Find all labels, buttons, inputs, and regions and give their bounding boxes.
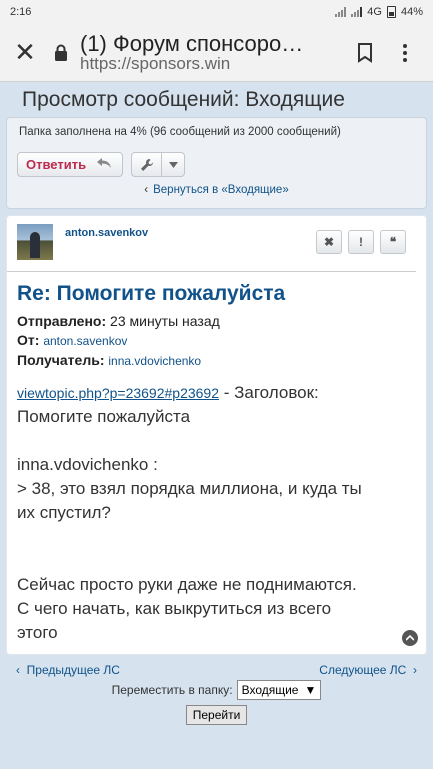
post-title: Re: Помогите пожалуйста bbox=[17, 282, 286, 305]
status-time: 2:16 bbox=[10, 6, 32, 18]
topic-link[interactable]: viewtopic.php?p=23692#p23692 bbox=[17, 385, 219, 401]
post-meta: Отправлено: 23 минуты назад От: anton.sa… bbox=[7, 306, 426, 371]
meta-from: От: anton.savenkov bbox=[17, 331, 416, 351]
network-type: 4G bbox=[367, 6, 382, 18]
signal-icon bbox=[335, 7, 347, 17]
chevron-down-icon: ▼ bbox=[304, 683, 317, 697]
message-post: anton.savenkov ✖ ! ❝ Re: Помогите пожалу… bbox=[6, 215, 427, 655]
prev-label: Предыдущее ЛС bbox=[26, 663, 120, 677]
quote-icon[interactable]: ❝ bbox=[380, 230, 406, 254]
content-line-link: viewtopic.php?p=23692#p23692 - Заголовок… bbox=[17, 381, 416, 405]
chevron-left-icon: ‹ bbox=[144, 184, 149, 196]
next-message-link[interactable]: Следующее ЛС › bbox=[319, 663, 417, 677]
more-vert-icon[interactable] bbox=[385, 43, 425, 62]
to-label: Получатель: bbox=[17, 352, 105, 368]
folder-select[interactable]: Входящие ▼ bbox=[236, 680, 322, 700]
go-button[interactable]: Перейти bbox=[185, 705, 248, 725]
body-line: Сейчас просто руки даже не поднимаются. bbox=[17, 575, 357, 594]
meta-sent: Отправлено: 23 минуты назад bbox=[17, 312, 416, 331]
prev-message-link[interactable]: ‹ Предыдущее ЛС bbox=[16, 663, 120, 677]
avatar[interactable] bbox=[17, 224, 53, 260]
browser-toolbar: ✕ (1) Форум спонсоро… https://sponsors.w… bbox=[0, 24, 433, 82]
wrench-icon bbox=[132, 153, 163, 176]
post-header: anton.savenkov ✖ ! ❝ bbox=[7, 216, 416, 272]
url-text: https://sponsors.win bbox=[80, 54, 231, 73]
status-indicators: 4G 44% bbox=[335, 6, 423, 18]
link-suffix: - Заголовок: bbox=[219, 383, 319, 402]
quote-author: inna.vdovichenko : bbox=[17, 455, 158, 474]
from-user-link[interactable]: anton.savenkov bbox=[43, 334, 127, 348]
post-actions: ✖ ! ❝ bbox=[316, 230, 406, 254]
signal-icon-2 bbox=[351, 7, 363, 17]
reply-button[interactable]: Ответить bbox=[17, 152, 124, 177]
author-name[interactable]: anton.savenkov bbox=[65, 227, 148, 239]
sent-value: 23 минуты назад bbox=[110, 313, 220, 329]
quote-line: > 38, это взял порядка миллиона, и куда … bbox=[17, 479, 362, 498]
next-label: Следующее ЛС bbox=[319, 663, 407, 677]
chevron-down-icon bbox=[162, 153, 184, 176]
folder-usage-text: Папка заполнена на 4% (96 сообщений из 2… bbox=[19, 126, 341, 138]
tools-dropdown-button[interactable] bbox=[131, 152, 186, 177]
go-row: Перейти bbox=[0, 705, 433, 725]
report-icon[interactable]: ! bbox=[348, 230, 374, 254]
body-line: этого bbox=[17, 623, 58, 642]
move-folder-row: Переместить в папку: Входящие ▼ bbox=[0, 680, 433, 700]
folder-select-value: Входящие bbox=[241, 683, 299, 697]
status-bar: 2:16 4G 44% bbox=[0, 0, 433, 24]
move-label: Переместить в папку: bbox=[111, 683, 233, 697]
back-to-inbox-link[interactable]: ‹ Вернуться в «Входящие» bbox=[17, 184, 416, 196]
close-icon[interactable]: ✕ bbox=[10, 37, 40, 68]
scroll-top-icon[interactable] bbox=[402, 630, 418, 646]
content-line: Помогите пожалуйста bbox=[17, 407, 191, 426]
meta-to: Получатель: inna.vdovichenko bbox=[17, 351, 416, 371]
folder-panel: Папка заполнена на 4% (96 сообщений из 2… bbox=[6, 117, 427, 209]
post-content: viewtopic.php?p=23692#p23692 - Заголовок… bbox=[7, 371, 426, 645]
to-user-link[interactable]: inna.vdovichenko bbox=[108, 354, 201, 368]
tab-title: (1) Форум спонсоро… bbox=[80, 32, 304, 57]
sent-label: Отправлено: bbox=[17, 313, 107, 329]
lock-icon[interactable] bbox=[50, 44, 72, 62]
back-link-label: Вернуться в «Входящие» bbox=[153, 184, 289, 196]
battery-icon bbox=[386, 6, 396, 18]
battery-level: 44% bbox=[400, 6, 423, 18]
from-label: От: bbox=[17, 332, 40, 348]
body-line: С чего начать, как выкрутиться из всего bbox=[17, 599, 332, 618]
delete-x-icon[interactable]: ✖ bbox=[316, 230, 342, 254]
message-nav: ‹ Предыдущее ЛС Следующее ЛС › bbox=[0, 655, 433, 677]
reply-label: Ответить bbox=[26, 157, 87, 172]
action-row: Ответить bbox=[17, 152, 416, 177]
reply-arrow-icon bbox=[96, 157, 112, 172]
address-bar[interactable]: (1) Форум спонсоро… https://sponsors.win bbox=[80, 32, 345, 73]
quote-line: их спустил? bbox=[17, 503, 111, 522]
bookmark-icon[interactable] bbox=[345, 42, 385, 63]
page-title: Просмотр сообщений: Входящие bbox=[22, 88, 345, 111]
